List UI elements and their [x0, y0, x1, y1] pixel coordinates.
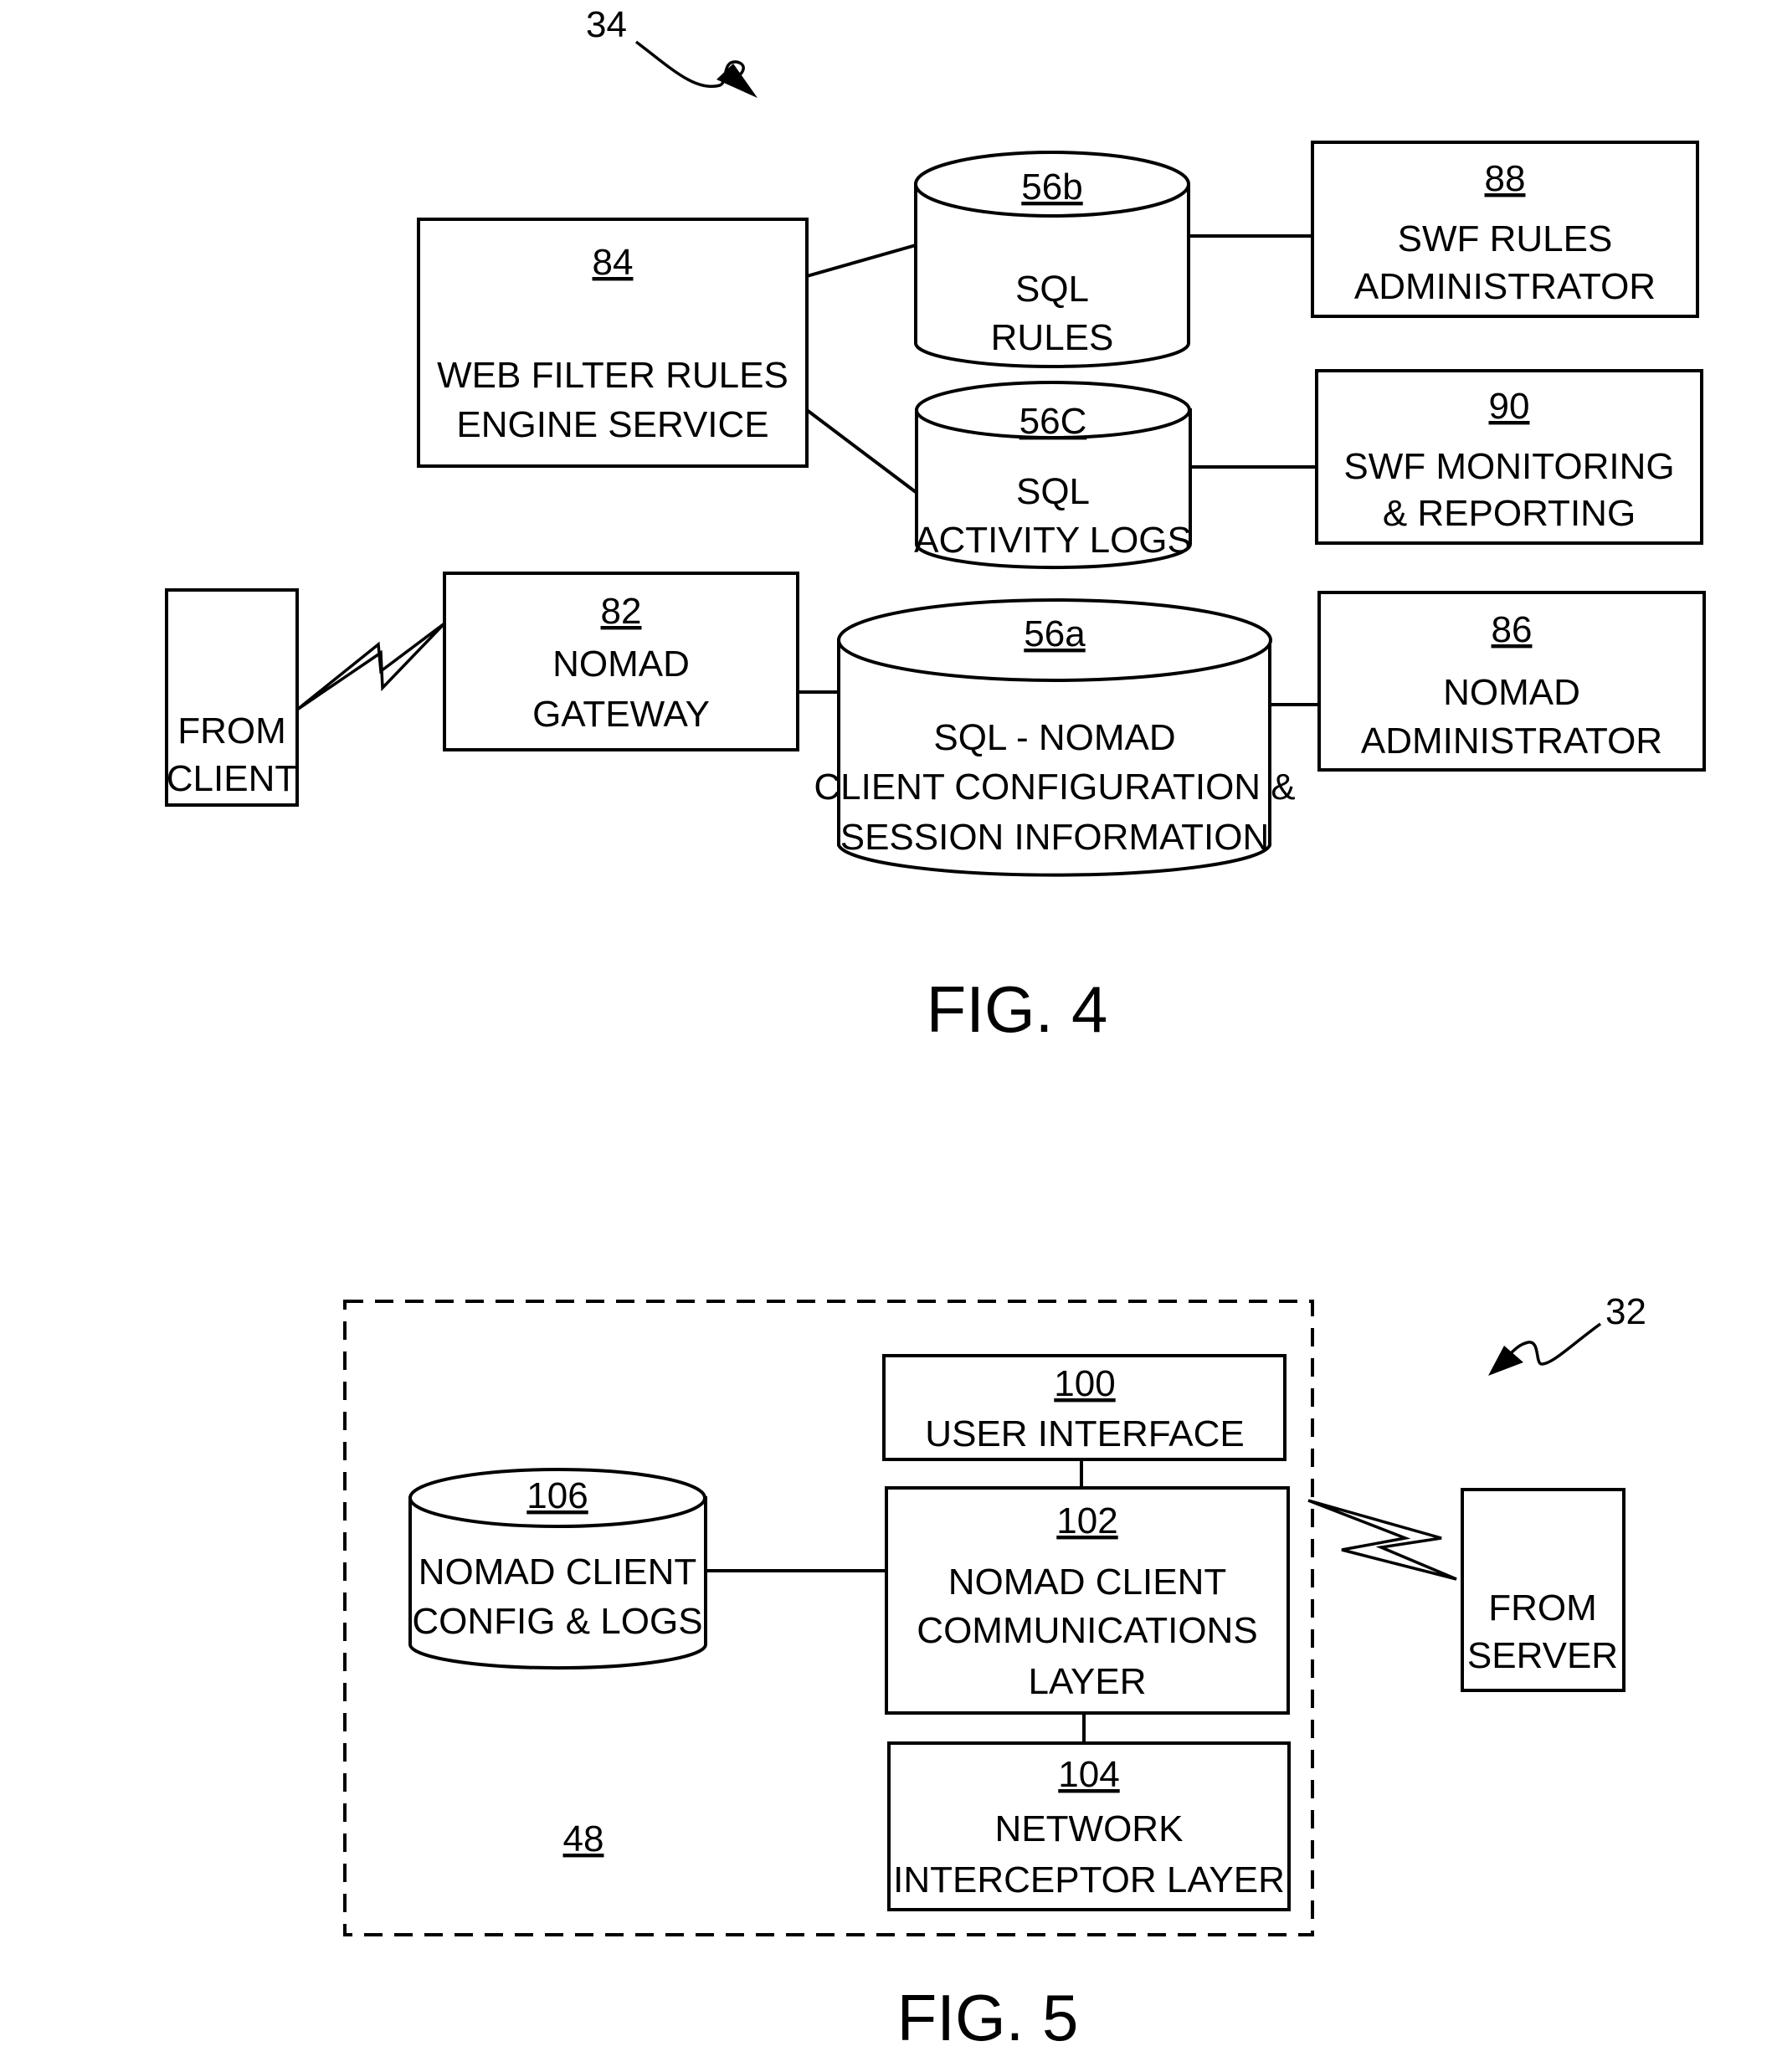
ref-label: 88 — [1485, 158, 1526, 199]
ref-label: 56C — [1019, 401, 1087, 442]
node-label-line: NOMAD — [1443, 672, 1580, 713]
from-server-box: FROM SERVER — [1461, 1488, 1625, 1692]
ref-label: 106 — [526, 1475, 588, 1516]
swf-monitoring-reporting-box: 90 SWF MONITORING & REPORTING — [1315, 369, 1703, 545]
ref-label: 100 — [1054, 1363, 1115, 1404]
node-label-line: SESSION INFORMATION — [840, 817, 1270, 858]
node-label-line: LAYER — [1028, 1661, 1146, 1702]
node-label-line: FROM — [177, 710, 286, 751]
ref-label: 102 — [1056, 1500, 1117, 1541]
client-config-logs-database: 106 NOMAD CLIENT CONFIG & LOGS — [408, 1468, 707, 1670]
arrowhead-icon — [1488, 1346, 1523, 1376]
node-label-line: GATEWAY — [532, 694, 710, 735]
fig5-callout-label: 32 — [1605, 1291, 1646, 1332]
node-label-line: NETWORK — [995, 1808, 1184, 1849]
sql-rules-database: 56b SQL RULES — [914, 151, 1190, 368]
web-filter-rules-engine-box: 84 WEB FILTER RULES ENGINE SERVICE — [417, 218, 809, 468]
node-label-line: WEB FILTER RULES — [437, 355, 788, 396]
node-label-line: CLIENT — [167, 758, 297, 799]
node-label-line: RULES — [991, 317, 1114, 358]
node-label-line: CONFIG & LOGS — [412, 1601, 702, 1642]
node-label-line: CLIENT CONFIGURATION & — [814, 767, 1295, 808]
node-label-line: NOMAD CLIENT — [948, 1562, 1226, 1603]
ref-label: 56b — [1021, 167, 1082, 208]
node-label-line: NOMAD — [552, 644, 690, 685]
node-label-line: NOMAD CLIENT — [419, 1551, 696, 1592]
ref-label: 90 — [1489, 386, 1530, 427]
nomad-gateway-box: 82 NOMAD GATEWAY — [443, 572, 799, 751]
fig5: 48 32 100 USER INTERFACE 102 NOMAD CLIEN… — [343, 1291, 1646, 2054]
connector-84-56b — [806, 244, 917, 278]
node-label-line: ACTIVITY LOGS — [914, 520, 1192, 561]
node-label-line: ADMINISTRATOR — [1354, 266, 1656, 307]
swf-rules-administrator-box: 88 SWF RULES ADMINISTRATOR — [1311, 141, 1699, 318]
wireless-link-icon — [295, 622, 446, 711]
ref-label: 56a — [1024, 613, 1086, 654]
node-label-line: FROM — [1488, 1587, 1597, 1628]
node-label-line: INTERCEPTOR LAYER — [893, 1859, 1285, 1900]
fig4-callout-label: 34 — [586, 4, 627, 45]
patent-drawing-sheet: 34 84 WEB FILTER RULES ENGINE SERVICE 56… — [165, 4, 1706, 2054]
node-label-line: & REPORTING — [1383, 493, 1636, 534]
ref-label: 84 — [593, 242, 634, 283]
ref-label: 82 — [601, 591, 642, 632]
node-label-line: SQL — [1015, 269, 1089, 310]
user-interface-box: 100 USER INTERFACE — [882, 1354, 1287, 1461]
node-label-line: SQL — [1016, 471, 1090, 512]
node-label-line: SQL - NOMAD — [933, 717, 1175, 758]
ref-label: 86 — [1492, 609, 1533, 650]
node-label-line: ENGINE SERVICE — [456, 404, 768, 445]
network-interceptor-layer-box: 104 NETWORK INTERCEPTOR LAYER — [887, 1741, 1291, 1911]
node-label-line: ADMINISTRATOR — [1361, 721, 1662, 762]
wireless-link-icon — [1307, 1499, 1457, 1581]
communications-layer-box: 102 NOMAD CLIENT COMMUNICATIONS LAYER — [885, 1486, 1290, 1715]
node-label-line: COMMUNICATIONS — [917, 1610, 1257, 1651]
node-label-line: USER INTERFACE — [925, 1413, 1244, 1454]
fig5-callout-arrow — [1505, 1322, 1602, 1366]
connector-84-56c — [805, 408, 917, 494]
fig4-caption: FIG. 4 — [927, 972, 1108, 1046]
nomad-administrator-box: 86 NOMAD ADMINISTRATOR — [1317, 591, 1706, 772]
node-label-line: SWF MONITORING — [1343, 446, 1674, 487]
node-label-line: SERVER — [1467, 1635, 1618, 1676]
sql-activity-logs-database: 56C SQL ACTIVITY LOGS — [914, 381, 1192, 570]
fig5-caption: FIG. 5 — [897, 1981, 1079, 2054]
container-ref-label: 48 — [563, 1818, 604, 1859]
arrowhead-icon — [716, 64, 758, 98]
fig4: 34 84 WEB FILTER RULES ENGINE SERVICE 56… — [165, 4, 1706, 1046]
from-client-box: FROM CLIENT — [165, 588, 299, 807]
ref-label: 104 — [1058, 1754, 1119, 1795]
sql-nomad-database: 56a SQL - NOMAD CLIENT CONFIGURATION & S… — [814, 598, 1296, 877]
node-label-line: SWF RULES — [1398, 218, 1613, 259]
